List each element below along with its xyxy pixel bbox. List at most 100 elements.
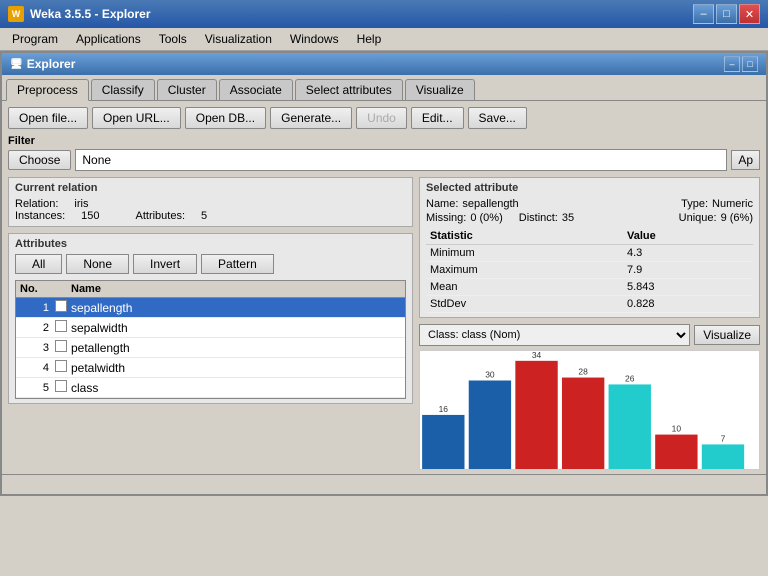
current-relation-label: Current relation bbox=[15, 182, 406, 194]
stat-value-stddev: 0.828 bbox=[623, 296, 753, 313]
svg-text:10: 10 bbox=[672, 425, 682, 434]
histogram-chart: 16 30 34 28 26 10 bbox=[420, 351, 759, 469]
stats-header: Statistic bbox=[426, 228, 623, 245]
menu-program[interactable]: Program bbox=[4, 30, 66, 48]
toolbar: Open file... Open URL... Open DB... Gene… bbox=[2, 101, 766, 135]
svg-text:30: 30 bbox=[485, 371, 495, 380]
svg-text:34: 34 bbox=[532, 351, 542, 360]
right-panel: Selected attribute Name: sepallength Typ… bbox=[413, 177, 760, 470]
table-row[interactable]: 3 petallength bbox=[16, 338, 405, 358]
stat-name-stddev: StdDev bbox=[426, 296, 623, 313]
status-bar bbox=[2, 474, 766, 494]
explorer-max-button[interactable]: □ bbox=[742, 56, 758, 72]
open-url-button[interactable]: Open URL... bbox=[92, 107, 181, 129]
tab-classify[interactable]: Classify bbox=[91, 79, 155, 100]
relation-value: iris bbox=[74, 198, 88, 210]
tab-cluster[interactable]: Cluster bbox=[157, 79, 217, 100]
menu-windows[interactable]: Windows bbox=[282, 30, 347, 48]
choose-button[interactable]: Choose bbox=[8, 150, 71, 170]
stat-value-mean: 5.843 bbox=[623, 279, 753, 296]
attr-type-label: Type: bbox=[681, 198, 708, 210]
open-db-button[interactable]: Open DB... bbox=[185, 107, 266, 129]
menu-visualization[interactable]: Visualization bbox=[197, 30, 280, 48]
list-item: Minimum 4.3 bbox=[426, 245, 753, 262]
attributes-label: Attributes bbox=[15, 238, 406, 250]
list-item: StdDev 0.828 bbox=[426, 296, 753, 313]
selected-attribute-section: Selected attribute Name: sepallength Typ… bbox=[419, 177, 760, 318]
explorer-min-button[interactable]: – bbox=[724, 56, 740, 72]
svg-text:26: 26 bbox=[625, 375, 635, 384]
visualize-button[interactable]: Visualize bbox=[694, 325, 760, 345]
unique-value: 9 (6%) bbox=[721, 212, 753, 224]
value-header: Value bbox=[623, 228, 753, 245]
tab-preprocess[interactable]: Preprocess bbox=[6, 79, 89, 101]
missing-value: 0 (0%) bbox=[470, 212, 502, 224]
attributes-value: 5 bbox=[201, 210, 207, 222]
table-row[interactable]: 4 petalwidth bbox=[16, 358, 405, 378]
tab-bar: Preprocess Classify Cluster Associate Se… bbox=[2, 75, 766, 101]
none-button[interactable]: None bbox=[66, 254, 129, 274]
missing-label: Missing: bbox=[426, 212, 466, 224]
filter-label: Filter bbox=[8, 135, 760, 147]
explorer-title-bar: 🖥 Explorer – □ bbox=[2, 53, 766, 75]
attr-name-value: sepallength bbox=[462, 198, 518, 210]
menu-help[interactable]: Help bbox=[349, 30, 390, 48]
filter-value-input[interactable] bbox=[75, 149, 727, 171]
stats-table: Statistic Value Minimum 4.3 Maximum 7.9 bbox=[426, 228, 753, 313]
app-icon: W bbox=[8, 6, 24, 22]
distinct-label: Distinct: bbox=[519, 212, 558, 224]
tab-associate[interactable]: Associate bbox=[219, 79, 293, 100]
attr-name-label: Name: bbox=[426, 198, 458, 210]
attributes-section: Attributes All None Invert Pattern No. N… bbox=[8, 233, 413, 404]
stat-name-minimum: Minimum bbox=[426, 245, 623, 262]
attributes-table: No. Name 1 sepallength 2 sepalwidth bbox=[15, 280, 406, 399]
app-title: Weka 3.5.5 - Explorer bbox=[30, 7, 151, 21]
selected-attr-label: Selected attribute bbox=[426, 182, 753, 194]
relation-label: Relation: bbox=[15, 198, 58, 210]
instances-value: 150 bbox=[81, 210, 99, 222]
class-select[interactable]: Class: class (Nom) bbox=[419, 324, 690, 346]
all-button[interactable]: All bbox=[15, 254, 62, 274]
filter-section: Filter Choose Ap bbox=[2, 135, 766, 173]
table-row[interactable]: 1 sepallength bbox=[16, 298, 405, 318]
save-button[interactable]: Save... bbox=[468, 107, 527, 129]
open-file-button[interactable]: Open file... bbox=[8, 107, 88, 129]
close-button[interactable]: ✕ bbox=[739, 4, 760, 24]
attr-table-header: No. Name bbox=[16, 281, 405, 298]
maximize-button[interactable]: □ bbox=[716, 4, 737, 24]
generate-button[interactable]: Generate... bbox=[270, 107, 352, 129]
tab-visualize[interactable]: Visualize bbox=[405, 79, 475, 100]
table-row[interactable]: 5 class bbox=[16, 378, 405, 398]
menu-tools[interactable]: Tools bbox=[151, 30, 195, 48]
undo-button[interactable]: Undo bbox=[356, 107, 407, 129]
svg-text:7: 7 bbox=[721, 435, 726, 444]
left-panel: Current relation Relation: iris Instance… bbox=[8, 177, 413, 470]
list-item: Mean 5.843 bbox=[426, 279, 753, 296]
instances-label: Instances: bbox=[15, 210, 65, 222]
list-item: Maximum 7.9 bbox=[426, 262, 753, 279]
title-bar: W Weka 3.5.5 - Explorer – □ ✕ bbox=[0, 0, 768, 28]
edit-button[interactable]: Edit... bbox=[411, 107, 464, 129]
invert-button[interactable]: Invert bbox=[133, 254, 197, 274]
window-controls: – □ ✕ bbox=[693, 4, 760, 24]
col-name-header: Name bbox=[71, 283, 401, 295]
attributes-label: Attributes: bbox=[136, 210, 186, 222]
menu-applications[interactable]: Applications bbox=[68, 30, 149, 48]
apply-button[interactable]: Ap bbox=[731, 150, 760, 170]
pattern-button[interactable]: Pattern bbox=[201, 254, 274, 274]
menu-bar: Program Applications Tools Visualization… bbox=[0, 28, 768, 51]
main-content: Current relation Relation: iris Instance… bbox=[2, 173, 766, 474]
distinct-value: 35 bbox=[562, 212, 574, 224]
stat-value-maximum: 7.9 bbox=[623, 262, 753, 279]
stat-name-mean: Mean bbox=[426, 279, 623, 296]
svg-text:16: 16 bbox=[439, 405, 449, 414]
svg-text:28: 28 bbox=[578, 368, 588, 377]
tab-select-attributes[interactable]: Select attributes bbox=[295, 79, 403, 100]
stat-name-maximum: Maximum bbox=[426, 262, 623, 279]
minimize-button[interactable]: – bbox=[693, 4, 714, 24]
col-no-header: No. bbox=[20, 283, 55, 295]
table-row[interactable]: 2 sepalwidth bbox=[16, 318, 405, 338]
attr-type-value: Numeric bbox=[712, 198, 753, 210]
explorer-title-label: Explorer bbox=[27, 57, 76, 71]
unique-label: Unique: bbox=[679, 212, 717, 224]
